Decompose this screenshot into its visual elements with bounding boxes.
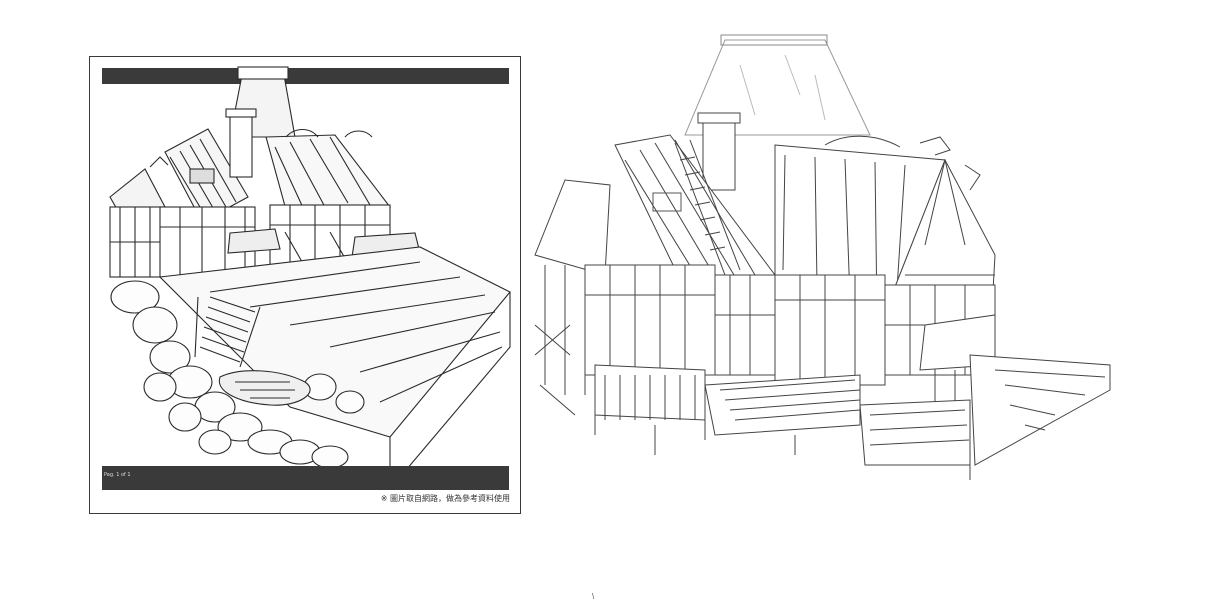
- house-sketch-icon: [534, 34, 1111, 480]
- page-tag: Pag. 1 of 1: [104, 472, 131, 478]
- house-illustration-icon: [109, 66, 511, 490]
- reference-caption: ※ 圖片取自網路，做為參考資料使用: [380, 494, 510, 503]
- bottom-dark-bar: [102, 466, 509, 490]
- reference-image-panel: Pag. 1 of 1 ※ 圖片取自網路，做為參考資料使用: [89, 56, 521, 514]
